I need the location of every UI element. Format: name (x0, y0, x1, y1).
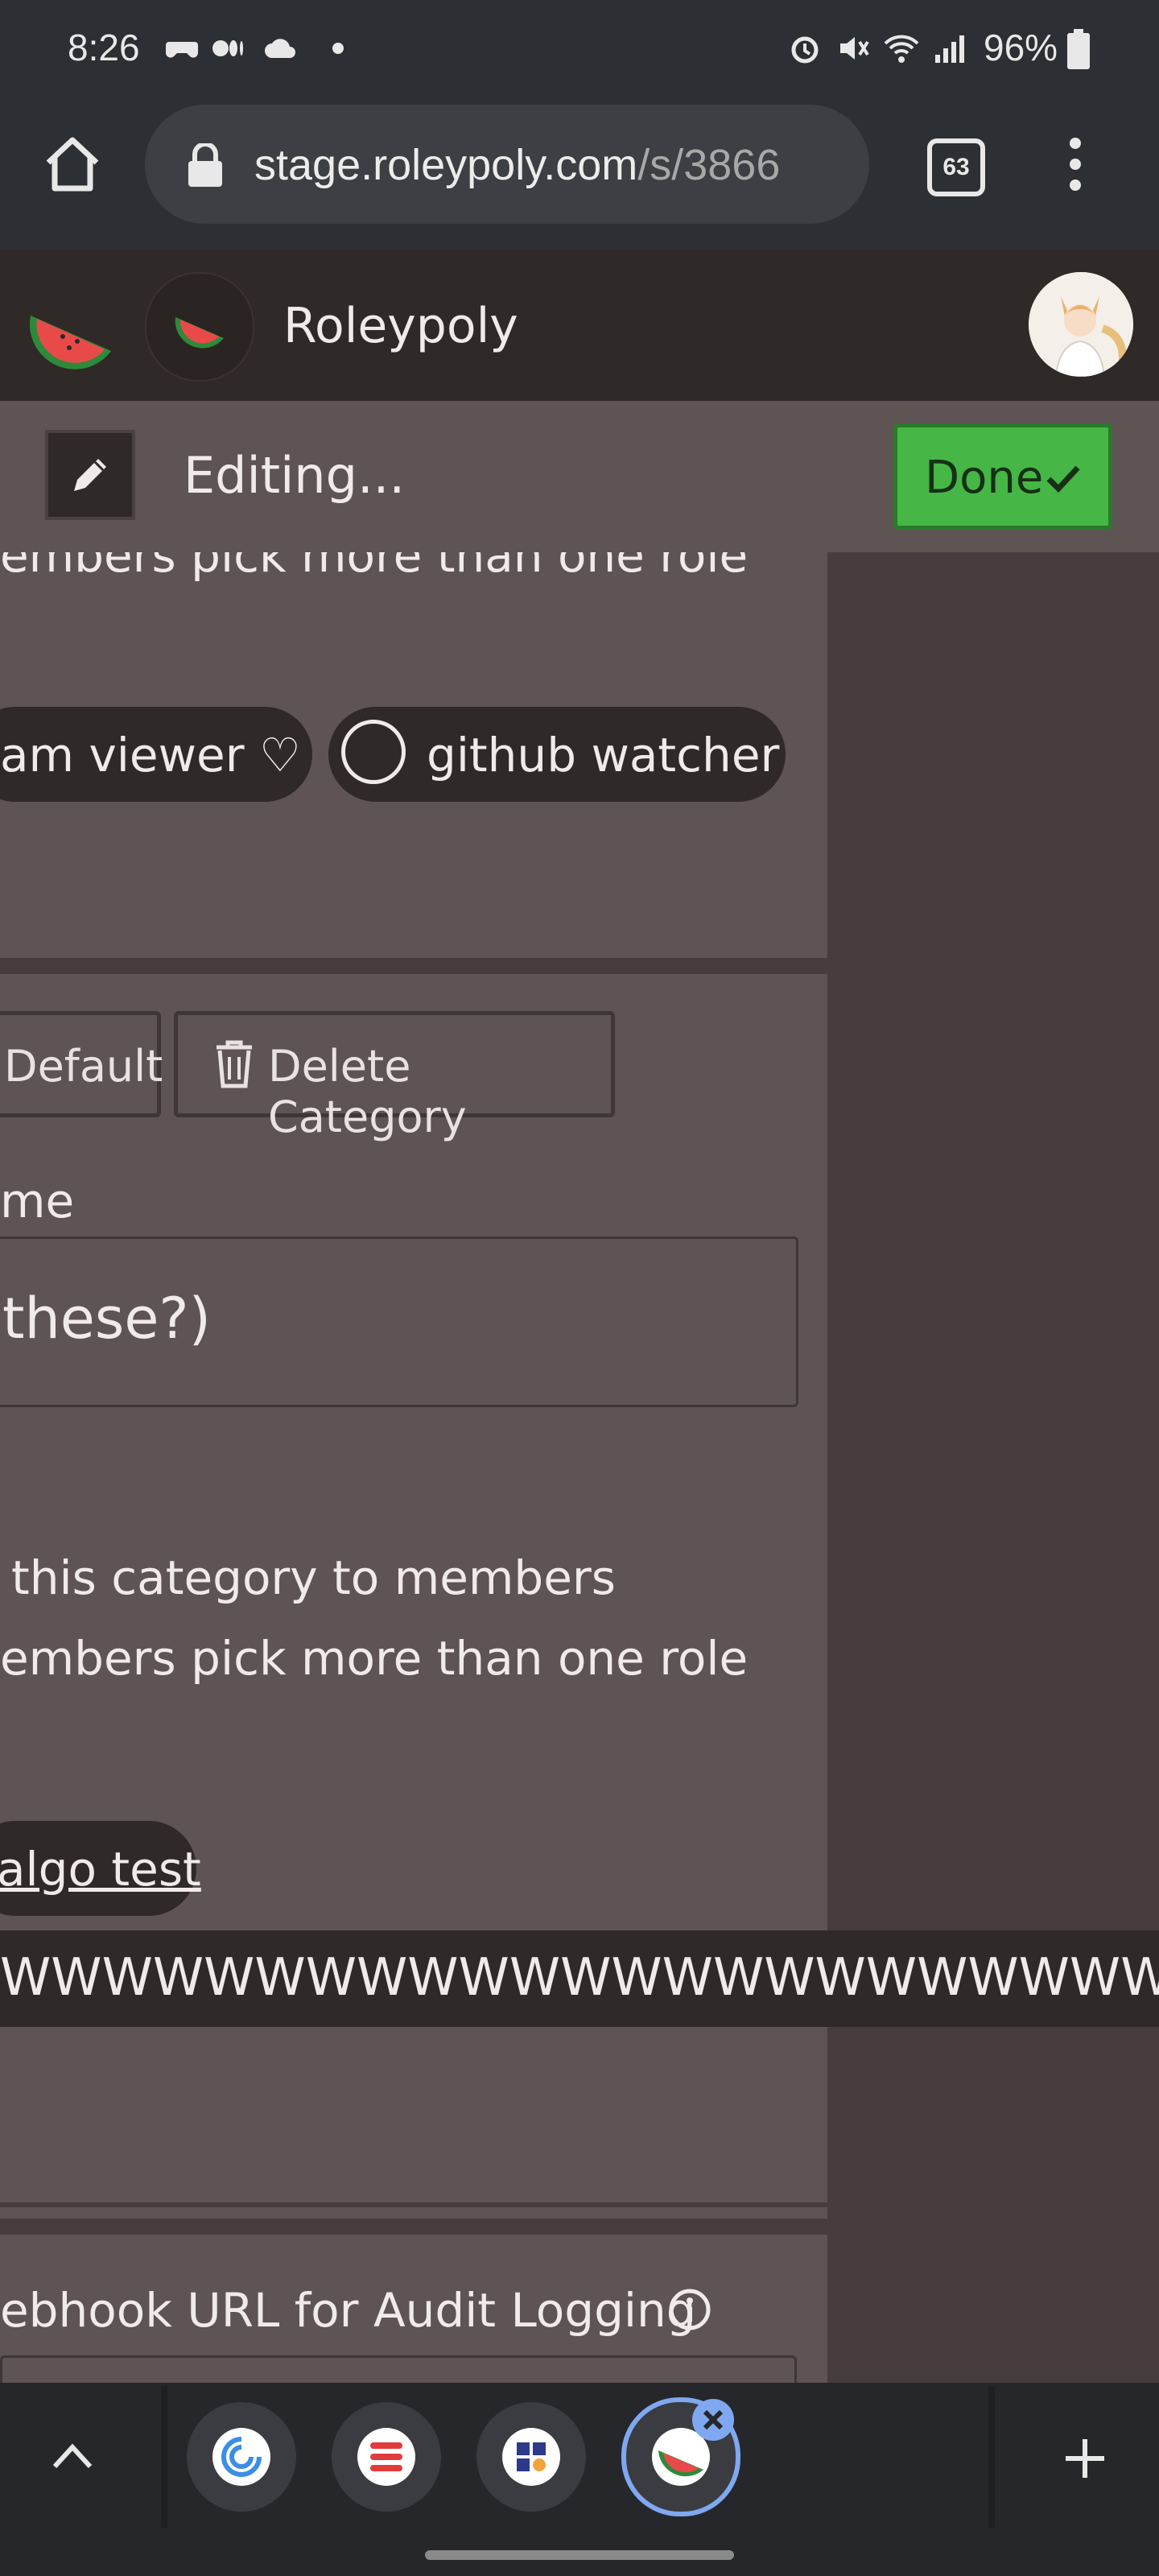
edit-bar: Editing... Done (0, 401, 1159, 552)
home-gesture-handle[interactable] (425, 2550, 734, 2560)
role-chip-label: github watcher (427, 728, 780, 782)
section-divider (0, 2202, 827, 2207)
hide-category-text[interactable]: this category to members (11, 1550, 616, 1605)
checkmark-icon (1046, 465, 1080, 493)
categories-panel: embers pick more than one role am viewer… (0, 552, 827, 2383)
role-chip-label: WWWWWWWWWWWWWWWWWWWWWWWWWWWWWWWWWWWWWWWW… (0, 1948, 1159, 2008)
trash-icon (217, 1040, 252, 1088)
chevron-up-icon[interactable] (50, 2439, 95, 2471)
tab-thumb-3[interactable] (476, 2402, 586, 2512)
close-tab-icon[interactable] (691, 2397, 736, 2442)
multiple-choice-text: embers pick more than one role (0, 552, 749, 583)
done-label: Done (925, 452, 1044, 504)
game-controller-icon (166, 42, 198, 58)
done-button[interactable]: Done (893, 423, 1112, 530)
default-button-label: Default (4, 1041, 163, 1092)
app-title: Roleypoly (283, 298, 518, 354)
delete-category-label: Delete Category (268, 1041, 467, 1142)
tab-thumb-2[interactable] (332, 2402, 441, 2512)
section-divider (0, 2219, 827, 2235)
spiral-site-icon (212, 2428, 270, 2486)
info-icon[interactable] (668, 2288, 711, 2331)
cloud-icon (265, 39, 295, 58)
role-checkbox[interactable] (341, 720, 406, 784)
role-chip-label: am viewer ♡ (0, 728, 301, 782)
category-name-input[interactable]: these?) (0, 1236, 798, 1407)
webhook-label: ebhook URL for Audit Logging (0, 2283, 696, 2338)
webhook-url-input[interactable] (0, 2355, 797, 2383)
delete-category-button[interactable]: Delete Category (174, 1011, 615, 1142)
more-options-icon[interactable] (1059, 135, 1091, 193)
tab-switcher-button[interactable]: 63 (927, 138, 985, 196)
server-icon[interactable] (145, 272, 254, 382)
url-domain: stage.roleypoly.com (254, 141, 638, 189)
battery-percent: 96% (984, 27, 1058, 68)
role-chip-github-watcher[interactable]: github watcher (328, 707, 786, 802)
pencil-icon (74, 459, 106, 491)
tab-strip-divider (988, 2386, 995, 2528)
avatar-image-icon (1029, 272, 1133, 377)
status-time: 8:26 (68, 27, 140, 68)
make-default-button[interactable]: Default (0, 1011, 163, 1117)
dot-icon (332, 43, 344, 54)
grid-site-icon (502, 2428, 560, 2486)
status-bar: 8:26 96% (0, 0, 1159, 100)
category-divider (0, 958, 827, 974)
role-chip-label: algo test (0, 1842, 201, 1897)
home-icon[interactable] (42, 134, 103, 195)
address-bar[interactable]: stage.roleypoly.com/s/3866 (145, 105, 869, 224)
lock-icon (188, 143, 222, 187)
new-tab-plus-icon[interactable] (1061, 2434, 1109, 2483)
medium-icon (212, 40, 243, 56)
category-name-value: these?) (2, 1286, 211, 1352)
app-header: Roleypoly (0, 250, 1159, 401)
tab-thumb-1[interactable] (187, 2402, 296, 2512)
role-chip-long-name[interactable]: WWWWWWWWWWWWWWWWWWWWWWWWWWWWWWWWWWWWWWWW… (0, 1930, 1159, 2027)
roleypoly-logo-icon[interactable] (23, 283, 121, 382)
mute-icon (840, 37, 869, 60)
user-avatar[interactable] (1029, 272, 1133, 377)
url-text: stage.roleypoly.com/s/3866 (254, 140, 780, 190)
category-name-label: me (0, 1174, 75, 1228)
role-chip-stream-viewer[interactable]: am viewer ♡ (0, 707, 312, 802)
edit-button[interactable] (45, 430, 135, 520)
alarm-icon (791, 36, 819, 64)
multiple-choice-text[interactable]: embers pick more than one role (0, 1631, 748, 1686)
url-path: /s/3866 (637, 141, 781, 189)
server-watermelon-icon (175, 317, 224, 349)
role-chip-algo-test[interactable]: algo test (0, 1821, 201, 1916)
battery-icon (1067, 29, 1090, 69)
stack-site-icon (357, 2428, 415, 2486)
tab-strip-divider (161, 2386, 167, 2528)
wifi-icon (884, 35, 919, 63)
signal-icon (935, 35, 964, 63)
editing-label: Editing... (184, 446, 406, 505)
